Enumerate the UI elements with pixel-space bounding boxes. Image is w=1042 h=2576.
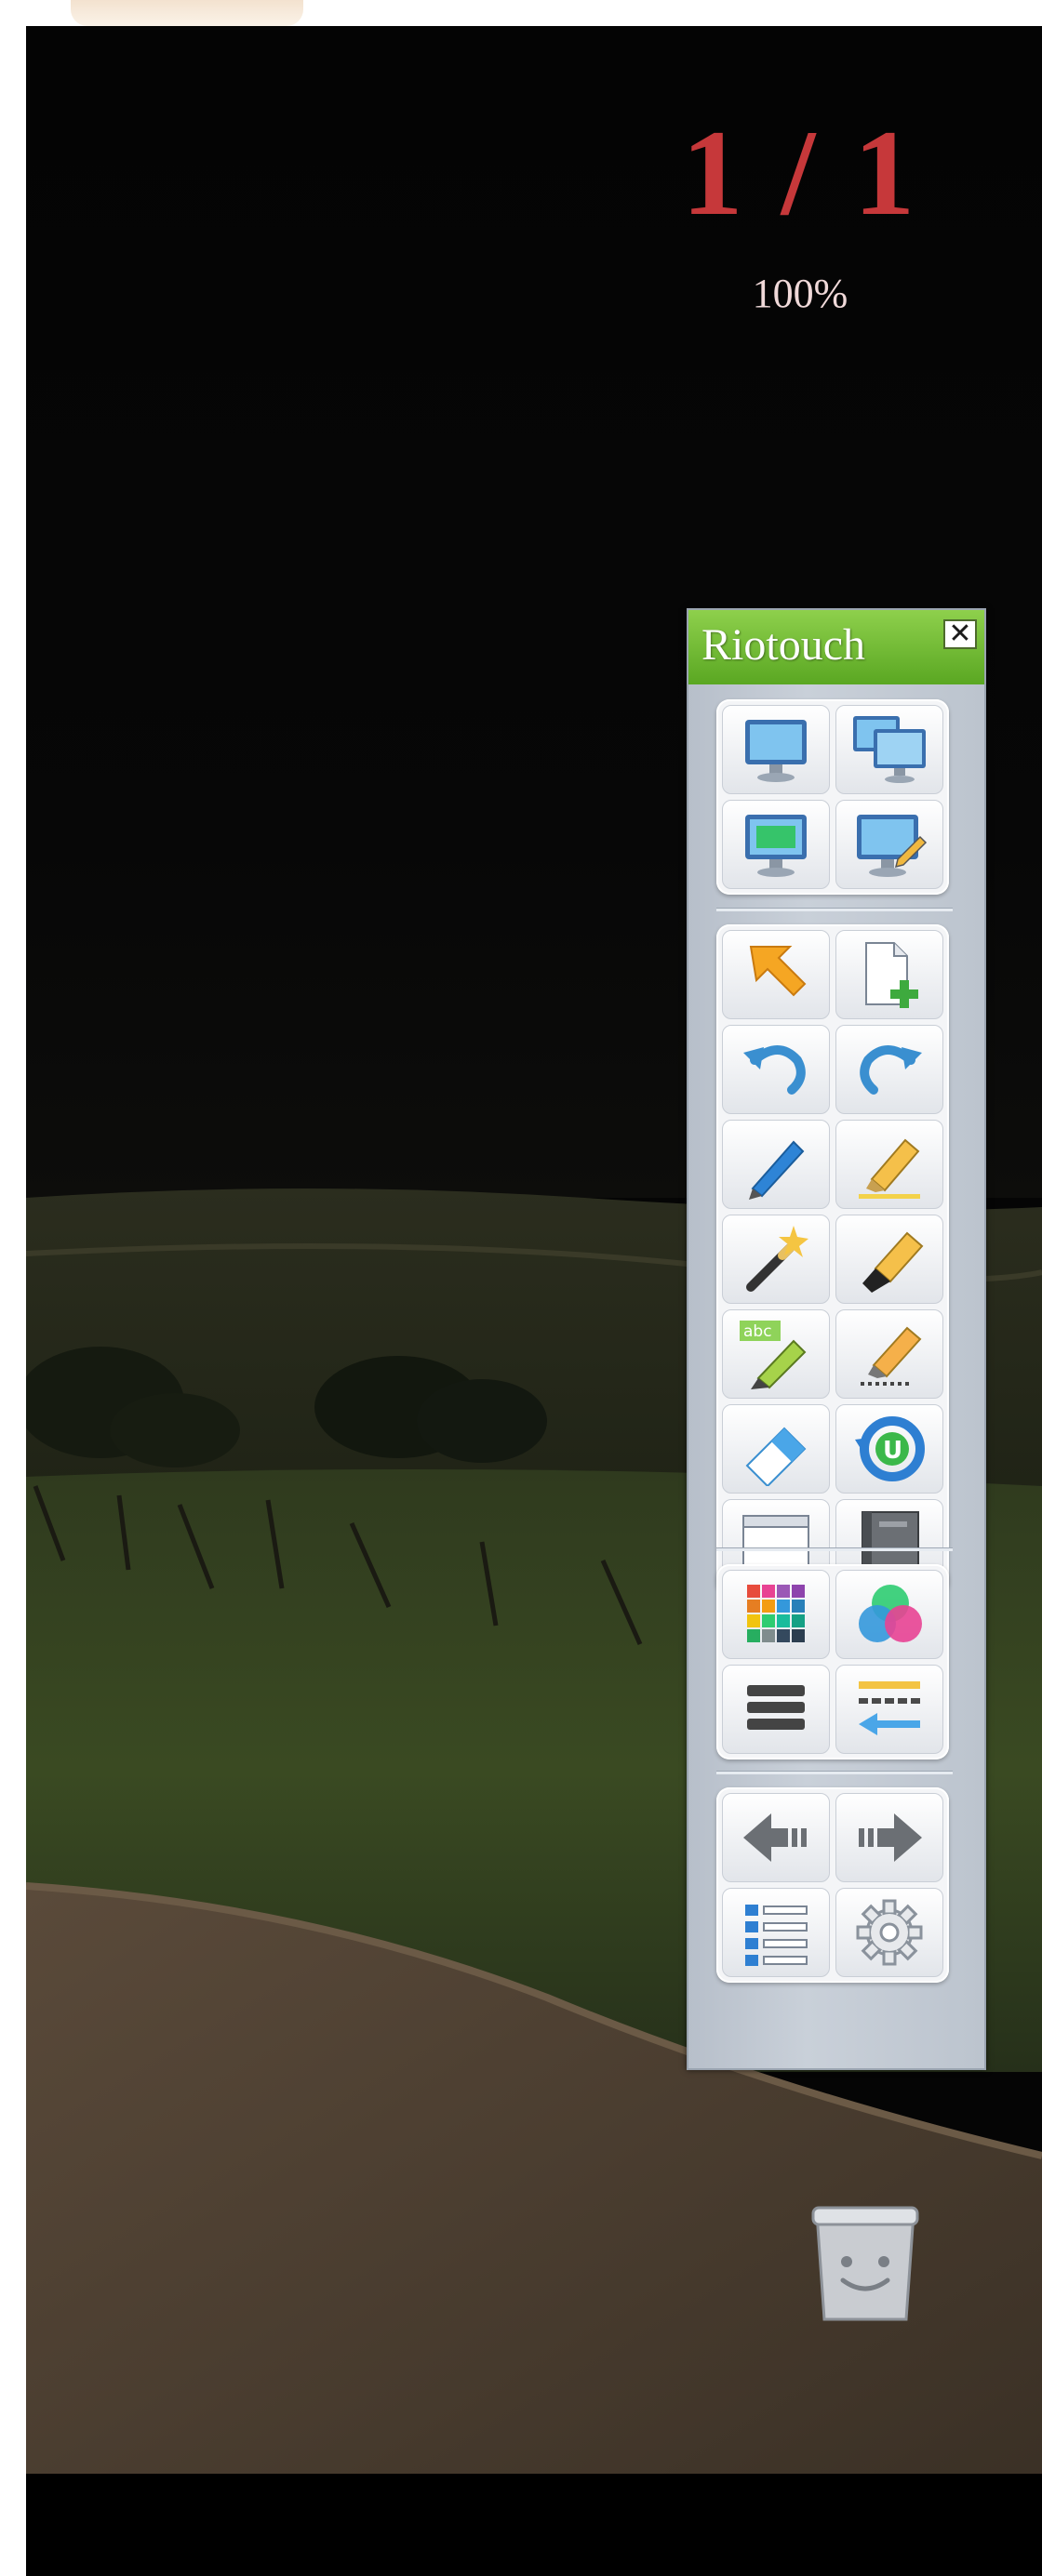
marker-button[interactable] (835, 1215, 943, 1304)
magic-wand-icon (746, 1226, 808, 1292)
display-group (716, 699, 949, 895)
undo-button[interactable] (722, 1025, 830, 1114)
color-palette-button[interactable] (722, 1570, 830, 1659)
line-width-icon (747, 1685, 805, 1730)
panel-title-bar[interactable]: Riotouch ✕ (688, 610, 984, 684)
arrow-pointer-icon (749, 946, 807, 997)
text-pen-button[interactable]: abc (722, 1309, 830, 1399)
green-screen-button[interactable] (722, 800, 830, 889)
dual-monitor-icon (853, 716, 926, 783)
color-palette-icon (747, 1585, 805, 1642)
smart-pen-button[interactable] (835, 1309, 943, 1399)
list-icon (745, 1905, 808, 1966)
page-list-button[interactable] (722, 1888, 830, 1977)
green-screen-monitor-icon (745, 815, 807, 877)
redo-icon (860, 1045, 922, 1095)
color-circles-icon (859, 1585, 922, 1642)
monitor-button[interactable] (722, 705, 830, 794)
monitor-pen-button[interactable] (835, 800, 943, 889)
new-page-button[interactable] (835, 930, 943, 1019)
svg-text:U: U (883, 1437, 902, 1465)
dual-monitor-button[interactable] (835, 705, 943, 794)
settings-button[interactable] (835, 1888, 943, 1977)
eraser-icon (745, 1427, 807, 1486)
top-decoration (71, 0, 303, 26)
line-style-button[interactable] (835, 1665, 943, 1754)
previous-page-button[interactable] (722, 1793, 830, 1882)
pen-button[interactable] (722, 1120, 830, 1209)
highlighter-icon (859, 1138, 920, 1199)
bottom-bar (26, 2474, 1042, 2576)
pen-icon (749, 1140, 805, 1200)
previous-page-icon (743, 1813, 807, 1862)
page-counter: 1 / 1 (681, 104, 919, 241)
next-page-icon (859, 1813, 922, 1862)
refresh-button[interactable]: U (835, 1404, 943, 1494)
navigation-group (716, 1787, 949, 1983)
settings-gear-icon (856, 1899, 923, 1966)
divider (716, 1547, 953, 1551)
monitor-icon (745, 720, 807, 782)
text-pen-icon: abc (740, 1321, 807, 1389)
select-button[interactable] (722, 930, 830, 1019)
magic-wand-button[interactable] (722, 1215, 830, 1304)
next-page-button[interactable] (835, 1793, 943, 1882)
line-width-button[interactable] (722, 1665, 830, 1754)
divider (716, 908, 953, 911)
trash-bin-icon (811, 2206, 919, 2321)
divider (716, 1771, 953, 1774)
undo-icon (743, 1045, 806, 1095)
color-mix-button[interactable] (835, 1570, 943, 1659)
zoom-level: 100% (752, 271, 848, 316)
new-page-icon (865, 942, 918, 1008)
close-button[interactable]: ✕ (943, 619, 977, 649)
redo-button[interactable] (835, 1025, 943, 1114)
riotouch-toolbar-panel: Riotouch ✕ abc U (687, 608, 986, 2070)
close-icon: ✕ (948, 617, 972, 650)
marker-icon (862, 1231, 924, 1293)
trash-bin-button[interactable] (809, 2204, 921, 2325)
tools-group: abc U (716, 924, 949, 1594)
highlighter-button[interactable] (835, 1120, 943, 1209)
svg-text:abc: abc (743, 1322, 772, 1341)
smart-pen-icon (861, 1326, 922, 1386)
monitor-pen-icon (857, 815, 928, 877)
style-group (716, 1564, 949, 1759)
refresh-u-icon: U (855, 1416, 925, 1481)
line-style-icon (859, 1681, 920, 1735)
panel-title: Riotouch (701, 620, 865, 670)
eraser-button[interactable] (722, 1404, 830, 1494)
